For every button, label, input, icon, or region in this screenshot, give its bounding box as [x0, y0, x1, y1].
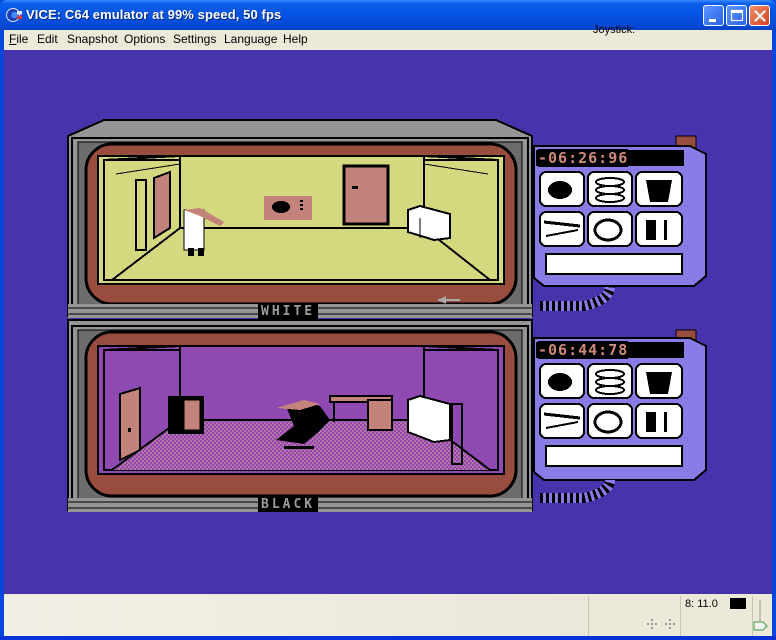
menu-options[interactable]: Options — [124, 32, 165, 46]
menu-file[interactable]: File — [9, 32, 28, 46]
white-player-view — [67, 119, 533, 318]
joystick-indicator-icon — [647, 619, 675, 629]
drive-status: 8: 11.0 — [685, 598, 718, 610]
joystick-cord — [540, 285, 615, 311]
window-border-right — [772, 30, 776, 636]
timer-black: -06:44:78 — [538, 341, 629, 359]
vice-window: VICE: C64 emulator at 99% speed, 50 fps … — [0, 0, 776, 640]
status-separator — [588, 596, 589, 636]
title-bar[interactable]: VICE: C64 emulator at 99% speed, 50 fps — [0, 0, 776, 30]
menu-help[interactable]: Help — [283, 32, 308, 46]
black-player-view — [67, 319, 533, 512]
emulator-screen[interactable]: WHITE BLACK -06:26:96 -06:44:78 — [4, 50, 772, 594]
player-label-white: WHITE — [258, 304, 319, 319]
bucket-icon — [646, 372, 672, 394]
menu-file-rest: ile — [16, 32, 29, 46]
menu-snapshot[interactable]: Snapshot — [67, 32, 118, 46]
menu-edit[interactable]: Edit — [37, 32, 58, 46]
timer-white: -06:26:96 — [538, 149, 629, 167]
window-title: VICE: C64 emulator at 99% speed, 50 fps — [26, 7, 282, 22]
volume-slider[interactable] — [752, 598, 768, 632]
window-border-bottom — [0, 636, 776, 640]
drive-led-indicator — [730, 598, 746, 609]
bucket-icon — [646, 180, 672, 202]
game-canvas — [67, 119, 707, 512]
maximize-button[interactable] — [726, 5, 747, 26]
joystick-cord — [540, 479, 615, 503]
menu-settings[interactable]: Settings — [173, 32, 216, 46]
menu-bar: File Edit Snapshot Options Settings Lang… — [4, 30, 772, 50]
joystick-label: Joystick: — [593, 24, 636, 36]
menu-language[interactable]: Language — [224, 32, 277, 46]
status-message-area — [4, 596, 588, 636]
bomb-icon — [548, 373, 572, 391]
close-button[interactable] — [749, 5, 770, 26]
commodore-logo-icon[interactable] — [6, 7, 22, 23]
close-icon — [754, 10, 766, 22]
minimize-button[interactable] — [703, 5, 724, 26]
minimize-icon — [709, 19, 716, 22]
bomb-icon — [548, 181, 572, 199]
player-label-black: BLACK — [258, 497, 319, 512]
maximize-icon — [730, 9, 744, 22]
